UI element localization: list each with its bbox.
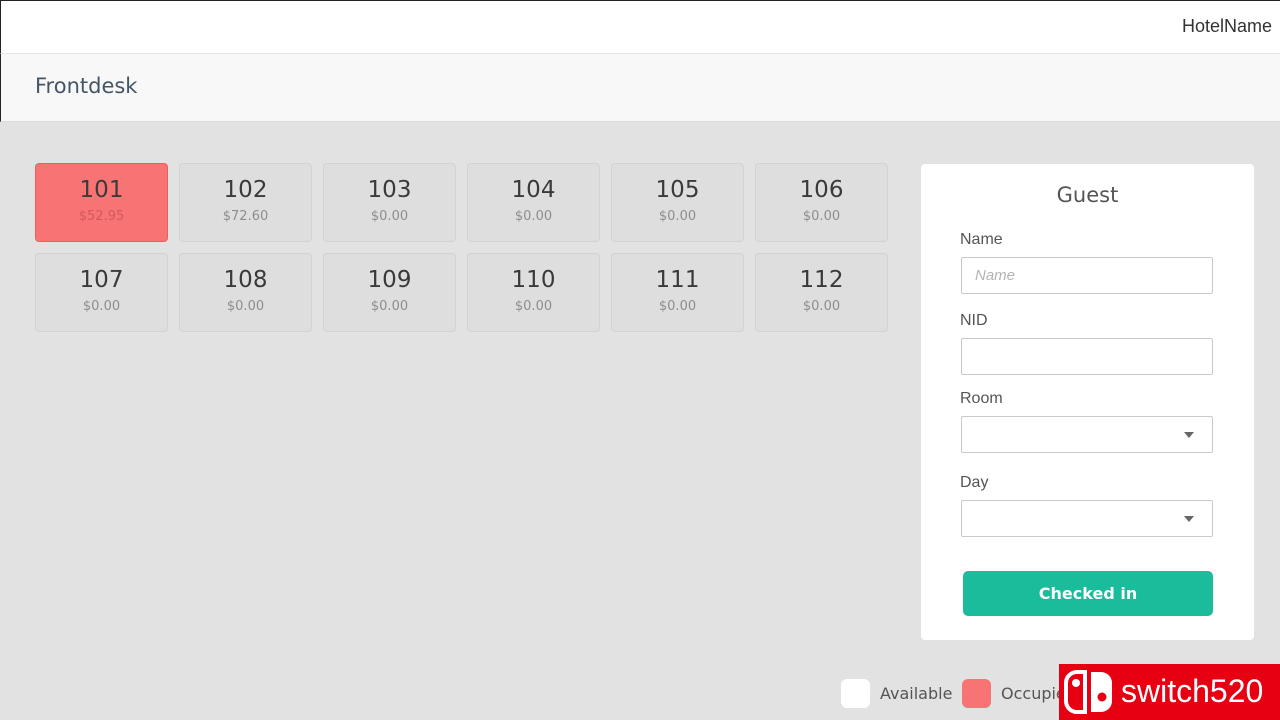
switch-logo-icon	[1064, 670, 1112, 714]
room-tile-108[interactable]: 108 $0.00	[179, 253, 312, 332]
room-tile-107[interactable]: 107 $0.00	[35, 253, 168, 332]
room-number: 104	[511, 177, 556, 203]
room-number: 106	[799, 177, 844, 203]
room-price: $0.00	[802, 209, 841, 224]
room-number: 111	[655, 267, 700, 293]
room-tile-105[interactable]: 105 $0.00	[611, 163, 744, 242]
room-number: 107	[79, 267, 124, 293]
room-tile-104[interactable]: 104 $0.00	[467, 163, 600, 242]
available-swatch	[841, 679, 870, 708]
room-number: 105	[655, 177, 700, 203]
room-price: $0.00	[226, 299, 265, 314]
room-number: 108	[223, 267, 268, 293]
room-price: $0.00	[802, 299, 841, 314]
occupied-swatch	[962, 679, 991, 708]
hotel-name[interactable]: HotelName	[1182, 16, 1272, 37]
day-select[interactable]	[961, 500, 1213, 537]
guest-panel-title: Guest	[1056, 183, 1119, 207]
available-legend-label: Available	[880, 684, 953, 703]
watermark-text: switch520	[1121, 673, 1264, 709]
room-number: 112	[799, 267, 844, 293]
caret-down-icon	[1184, 516, 1194, 522]
watermark: switch520	[1059, 664, 1280, 720]
room-select[interactable]	[961, 416, 1213, 453]
room-number: 110	[511, 267, 556, 293]
room-price: $0.00	[514, 299, 553, 314]
room-tile-110[interactable]: 110 $0.00	[467, 253, 600, 332]
room-price: $0.00	[370, 209, 409, 224]
room-tile-109[interactable]: 109 $0.00	[323, 253, 456, 332]
room-price: $0.00	[370, 299, 409, 314]
room-tile-112[interactable]: 112 $0.00	[755, 253, 888, 332]
room-price: $0.00	[514, 209, 553, 224]
room-tile-106[interactable]: 106 $0.00	[755, 163, 888, 242]
room-tile-102[interactable]: 102 $72.60	[179, 163, 312, 242]
checked-in-button[interactable]: Checked in	[963, 571, 1213, 616]
room-tile-111[interactable]: 111 $0.00	[611, 253, 744, 332]
room-price: $0.00	[658, 299, 697, 314]
nid-input[interactable]	[961, 338, 1213, 375]
room-number: 102	[223, 177, 268, 203]
room-label: Room	[960, 390, 1003, 407]
room-number: 103	[367, 177, 412, 203]
room-number: 101	[79, 177, 124, 203]
room-price: $72.60	[222, 209, 269, 224]
top-bar: HotelName	[0, 0, 1280, 54]
room-number: 109	[367, 267, 412, 293]
room-grid: 101 $52.95 102 $72.60 103 $0.00 104 $0.0…	[35, 163, 888, 332]
sub-header: Frontdesk	[0, 54, 1280, 122]
guest-panel: Guest Name NID Room Day Checked in	[921, 164, 1254, 640]
nid-label: NID	[960, 312, 988, 329]
room-price: $0.00	[658, 209, 697, 224]
room-price: $52.95	[78, 209, 125, 224]
name-input[interactable]	[961, 257, 1213, 294]
page-title: Frontdesk	[35, 74, 138, 98]
caret-down-icon	[1184, 432, 1194, 438]
room-tile-103[interactable]: 103 $0.00	[323, 163, 456, 242]
name-label: Name	[960, 231, 1003, 248]
day-label: Day	[960, 474, 989, 491]
room-price: $0.00	[82, 299, 121, 314]
room-tile-101[interactable]: 101 $52.95	[35, 163, 168, 242]
